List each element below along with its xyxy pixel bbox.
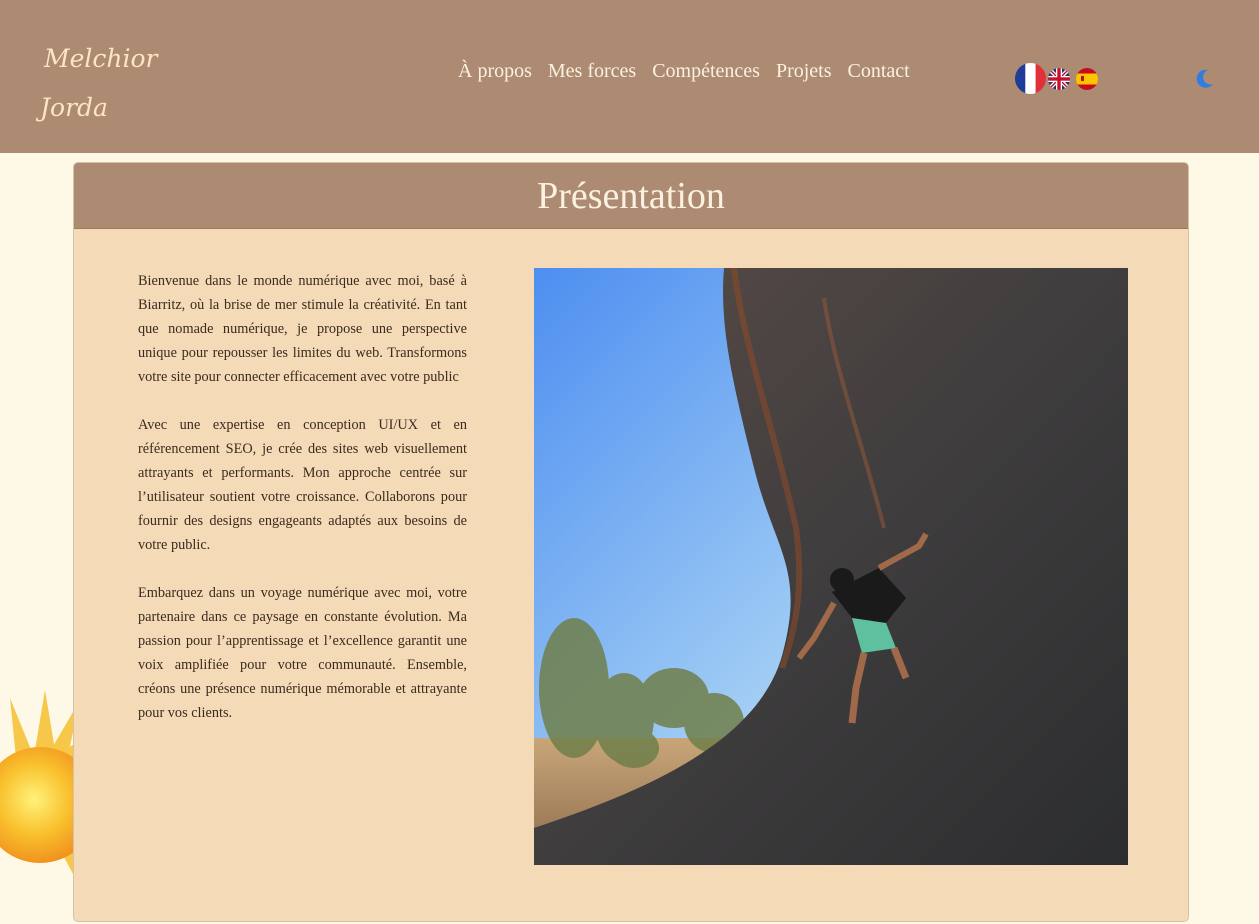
presentation-text: Bienvenue dans le monde numérique avec m… xyxy=(138,269,467,749)
profile-photo xyxy=(534,267,1128,865)
nav-link-a-propos[interactable]: À propos xyxy=(458,60,532,83)
section-title: Présentation xyxy=(537,174,725,217)
fr-flag-icon[interactable] xyxy=(1015,63,1046,94)
logo-first-name: Melchior xyxy=(44,44,158,73)
main-nav: À propos Mes forces Compétences Projets … xyxy=(458,60,910,83)
nav-link-mes-forces[interactable]: Mes forces xyxy=(548,60,636,83)
paragraph-2: Avec une expertise en conception UI/UX e… xyxy=(138,417,467,553)
nav-link-contact[interactable]: Contact xyxy=(848,60,910,83)
presentation-card: Présentation Bienvenue dans le monde num… xyxy=(73,162,1189,922)
moon-icon[interactable] xyxy=(1193,66,1217,90)
nav-link-competences[interactable]: Compétences xyxy=(652,60,760,83)
gb-flag-icon[interactable] xyxy=(1048,67,1070,90)
site-header: Melchior Jorda À propos Mes forces Compé… xyxy=(0,0,1259,153)
paragraph-3: Embarquez dans un voyage numérique avec … xyxy=(138,585,467,721)
card-header: Présentation xyxy=(74,163,1188,229)
nav-link-projets[interactable]: Projets xyxy=(776,60,832,83)
es-flag-icon[interactable] xyxy=(1076,67,1098,90)
paragraph-1: Bienvenue dans le monde numérique avec m… xyxy=(138,273,467,385)
logo-last-name: Jorda xyxy=(40,93,108,122)
site-logo[interactable]: Melchior Jorda xyxy=(40,34,204,132)
language-switcher xyxy=(1015,63,1098,94)
